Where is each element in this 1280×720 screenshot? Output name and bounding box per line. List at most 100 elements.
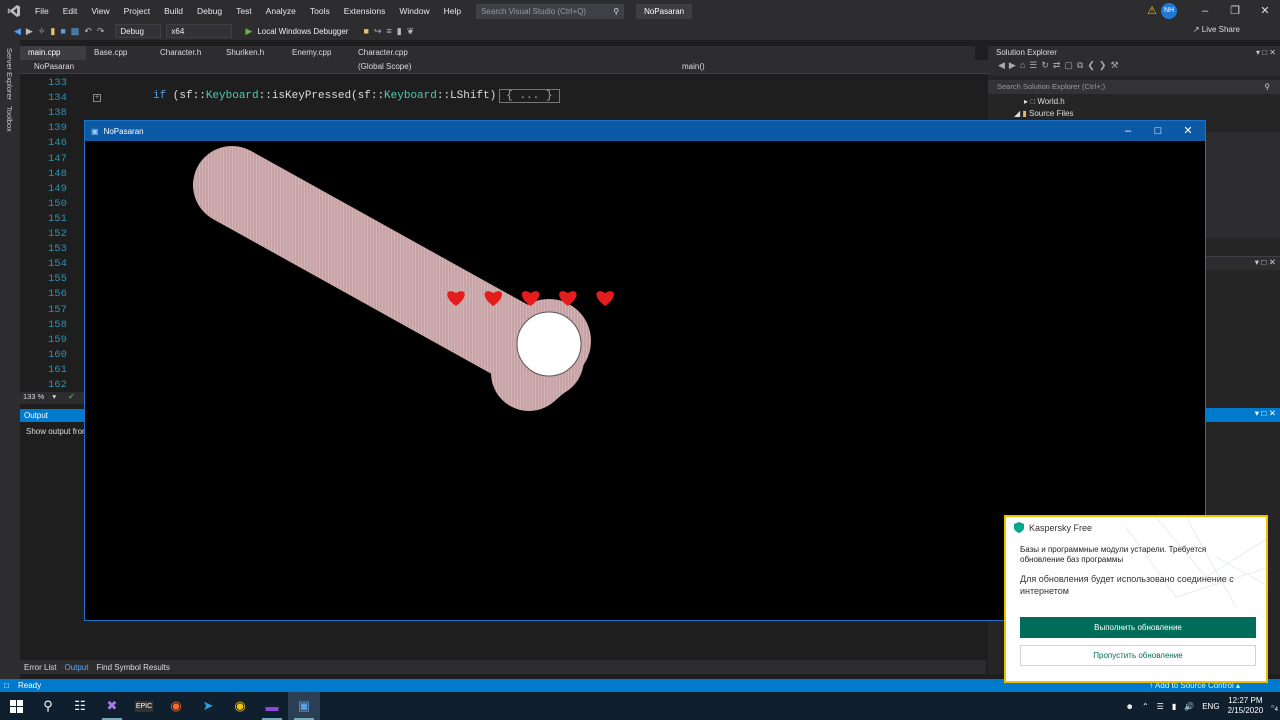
- wifi-icon[interactable]: ☰: [1157, 702, 1164, 711]
- code-type: Keyboard: [205, 90, 259, 102]
- menu-analyze[interactable]: Analyze: [259, 6, 303, 16]
- close-icon[interactable]: ✕: [1250, 0, 1280, 22]
- no-issues-icon[interactable]: ✔: [68, 392, 74, 401]
- skip-update-button[interactable]: Пропустить обновление: [1020, 645, 1256, 666]
- visual-studio-taskbar-icon[interactable]: ✖: [96, 692, 128, 720]
- tab-main-cpp[interactable]: main.cpp: [20, 46, 86, 60]
- redo-icon[interactable]: ↷: [97, 26, 105, 37]
- menu-view[interactable]: View: [84, 6, 116, 16]
- close-icon[interactable]: ✕: [1173, 121, 1203, 141]
- tab-base-cpp[interactable]: Base.cpp: [86, 46, 152, 60]
- navigation-bar: NoPasaran (Global Scope) main(): [20, 60, 988, 74]
- nav-scope-select[interactable]: (Global Scope): [350, 62, 670, 71]
- config-select[interactable]: Debug: [115, 24, 162, 38]
- solution-search-input[interactable]: Search Solution Explorer (Ctrl+;) ⚲: [988, 80, 1280, 94]
- bookmark-icon[interactable]: ▮: [397, 26, 402, 37]
- platform-select[interactable]: x64: [166, 24, 233, 38]
- new-project-icon[interactable]: ✧: [38, 26, 46, 37]
- nav-member-select[interactable]: main(): [670, 62, 705, 71]
- menu-edit[interactable]: Edit: [56, 6, 85, 16]
- language-indicator[interactable]: ENG: [1202, 702, 1219, 711]
- kaspersky-notification[interactable]: Kaspersky Free Базы и программные модули…: [1004, 515, 1268, 683]
- step-icon[interactable]: ↪: [374, 26, 382, 37]
- battery-icon[interactable]: ▮: [1172, 702, 1176, 711]
- bookmark-next-icon[interactable]: ❦: [407, 26, 415, 37]
- menu-debug[interactable]: Debug: [190, 6, 229, 16]
- collapse-toggle-icon[interactable]: +: [93, 94, 101, 102]
- menu-test[interactable]: Test: [229, 6, 259, 16]
- collapsed-block[interactable]: { ... }: [499, 89, 560, 103]
- play-icon[interactable]: ▶: [245, 26, 252, 37]
- run-update-button[interactable]: Выполнить обновление: [1020, 617, 1256, 638]
- save-icon[interactable]: ■: [60, 26, 65, 36]
- start-button[interactable]: [0, 692, 32, 720]
- tab-enemy-cpp[interactable]: Enemy.cpp: [284, 46, 350, 60]
- show-hidden-icon[interactable]: ⌃: [1142, 702, 1149, 711]
- notification-count: 4: [1274, 706, 1278, 713]
- menu-tools[interactable]: Tools: [303, 6, 337, 16]
- chevron-down-icon[interactable]: ▾: [52, 392, 56, 401]
- system-tray: ☻ ⌃ ☰ ▮ 🔊 ENG 12:27 PM 2/15/2020 ▫ 4: [1126, 692, 1280, 720]
- live-share-icon: ↗: [1192, 25, 1202, 34]
- maximize-icon[interactable]: ❐: [1220, 0, 1250, 22]
- forward-icon[interactable]: ▶: [26, 26, 33, 37]
- search-input[interactable]: Search Visual Studio (Ctrl+Q) ⚲: [476, 3, 625, 19]
- comment-icon[interactable]: ≡: [386, 26, 391, 36]
- line-number: 151: [48, 212, 67, 225]
- tab-output[interactable]: Output: [60, 663, 92, 672]
- tab-shuriken-h[interactable]: Shuriken.h: [218, 46, 284, 60]
- origin-icon[interactable]: ◉: [160, 692, 192, 720]
- panel-controls-icon[interactable]: ▾ □ ✕: [1256, 46, 1276, 60]
- maximize-icon[interactable]: □: [1143, 121, 1173, 141]
- menu-window[interactable]: Window: [392, 6, 436, 16]
- minimize-icon[interactable]: –: [1190, 0, 1220, 22]
- game-window-taskbar-icon[interactable]: ▣: [288, 692, 320, 720]
- tab-error-list[interactable]: Error List: [20, 663, 60, 672]
- tab-character-cpp[interactable]: Character.cpp: [350, 46, 416, 60]
- search-placeholder: Search Visual Studio (Ctrl+Q): [481, 6, 587, 16]
- line-number: 159: [48, 333, 67, 346]
- line-number: 138: [48, 107, 67, 120]
- tab-character-h[interactable]: Character.h: [152, 46, 218, 60]
- telegram-icon[interactable]: ➤: [192, 692, 224, 720]
- people-icon[interactable]: ☻: [1126, 702, 1134, 711]
- menu-bar: File Edit View Project Build Debug Test …: [0, 0, 1280, 22]
- tab-find-symbol-results[interactable]: Find Symbol Results: [92, 663, 173, 672]
- zoom-level[interactable]: 133 %: [23, 392, 44, 401]
- clock[interactable]: 12:27 PM 2/15/2020: [1228, 696, 1264, 716]
- avatar[interactable]: NH: [1161, 3, 1177, 19]
- back-icon[interactable]: ◀: [14, 26, 21, 37]
- start-debugger-button[interactable]: Local Windows Debugger: [257, 27, 348, 36]
- tree-item-source-files[interactable]: ◢ ▮ Source Files: [988, 108, 1280, 120]
- panel-controls-icon[interactable]: ▾ □ ✕: [1255, 408, 1276, 419]
- save-all-icon[interactable]: ▩: [71, 26, 80, 37]
- undo-icon[interactable]: ↶: [84, 26, 92, 37]
- menu-extensions[interactable]: Extensions: [337, 6, 393, 16]
- menu-project[interactable]: Project: [117, 6, 157, 16]
- epic-games-icon[interactable]: EPIC: [128, 692, 160, 720]
- line-number: 155: [48, 273, 67, 286]
- solution-toolbar-icons[interactable]: ◀▶⌂☰↻⇄▢⧉❮❯⚒: [988, 60, 1123, 70]
- menu-file[interactable]: File: [28, 6, 56, 16]
- menu-build[interactable]: Build: [157, 6, 190, 16]
- purple-app-icon[interactable]: ▬: [256, 692, 288, 720]
- open-folder-icon[interactable]: ▮: [50, 26, 55, 37]
- breakpoint-icon[interactable]: ■: [363, 26, 368, 36]
- minimize-icon[interactable]: –: [1113, 121, 1143, 141]
- nav-project-select[interactable]: NoPasaran: [20, 62, 350, 71]
- volume-icon[interactable]: 🔊: [1184, 702, 1194, 711]
- toolbox-tab[interactable]: Toolbox: [5, 106, 14, 132]
- warning-icon[interactable]: ⚠: [1147, 4, 1157, 17]
- server-explorer-tab[interactable]: Server Explorer: [5, 48, 14, 100]
- game-window-titlebar[interactable]: ▣ NoPasaran – □ ✕: [85, 121, 1205, 141]
- chrome-icon[interactable]: ◉: [224, 692, 256, 720]
- menu-help[interactable]: Help: [437, 6, 468, 16]
- notifications-icon[interactable]: ▫ 4: [1271, 702, 1278, 713]
- task-view-icon[interactable]: ☷: [64, 692, 96, 720]
- kaspersky-detail: Для обновления будет использовано соедин…: [1020, 574, 1234, 596]
- tree-item-world-h[interactable]: ▸ □ World.h: [988, 96, 1280, 108]
- search-icon[interactable]: ⚲: [32, 692, 64, 720]
- panel-controls-icon[interactable]: ▾ □ ✕: [1255, 257, 1276, 268]
- live-share-button[interactable]: ↗ Live Share: [1193, 25, 1240, 34]
- visual-studio-logo-icon[interactable]: [0, 0, 28, 22]
